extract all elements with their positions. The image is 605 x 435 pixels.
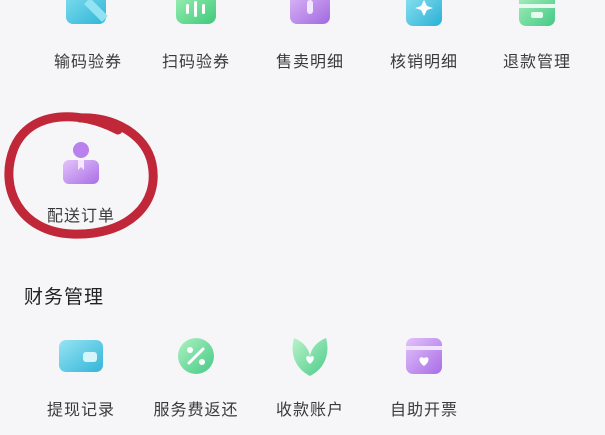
grid-item-label: 核销明细	[389, 52, 458, 71]
grid-item-label: 售卖明细	[275, 52, 344, 71]
grid-item-label: 自助开票	[389, 400, 458, 419]
grid-item-label: 提现记录	[46, 400, 115, 419]
grid-item-withdraw-records[interactable]: 提现记录	[26, 328, 136, 420]
grid-item-verify-detail[interactable]: 核销明细	[369, 0, 479, 72]
grid-item-service-fee-refund[interactable]: 服务费返还	[141, 328, 251, 420]
invoice-heart-icon	[406, 338, 442, 374]
grid-item-payment-account[interactable]: 收款账户	[255, 328, 365, 420]
grid-item-input-code-verify[interactable]: 输码验券	[33, 0, 143, 72]
grid-item-refund-management[interactable]: 退款管理	[482, 0, 592, 72]
sales-box-icon	[290, 0, 330, 24]
grid-item-label: 输码验券	[53, 52, 122, 71]
grid-item-scan-code-verify[interactable]: 扫码验券	[141, 0, 251, 72]
grid-item-delivery-orders[interactable]: 配送订单	[26, 134, 136, 226]
grid-item-label: 收款账户	[275, 400, 344, 419]
percent-coin-icon	[178, 338, 214, 374]
grid-item-label: 配送订单	[46, 206, 115, 225]
ticket-pen-icon	[66, 0, 108, 24]
delivery-person-icon	[63, 142, 99, 184]
leaf-heart-icon	[292, 338, 328, 376]
grid-item-label: 服务费返还	[153, 400, 239, 419]
grid-item-self-invoice[interactable]: 自助开票	[369, 328, 479, 420]
grid-item-sales-detail[interactable]: 售卖明细	[255, 0, 365, 72]
refund-box-icon	[519, 0, 555, 26]
section-title-finance: 财务管理	[24, 286, 105, 308]
grid-item-label: 退款管理	[502, 52, 571, 71]
wallet-icon	[59, 340, 103, 372]
verify-card-icon	[406, 0, 442, 26]
scan-ticket-icon	[176, 0, 216, 24]
grid-item-label: 扫码验券	[161, 52, 230, 71]
